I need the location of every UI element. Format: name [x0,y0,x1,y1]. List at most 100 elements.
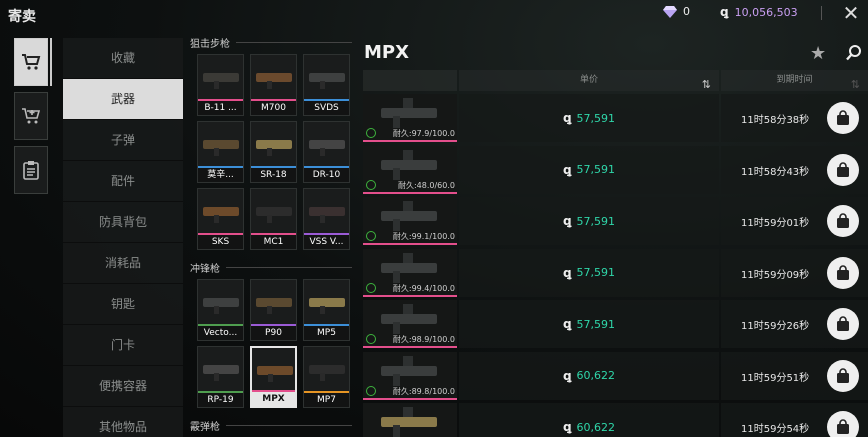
category-item[interactable]: 收藏 [63,38,183,79]
divider [226,266,352,268]
buy-button[interactable] [827,205,859,237]
section-header: 冲锋枪 [190,255,352,279]
item-thumbnail [363,403,457,437]
cart-tab[interactable] [14,38,48,86]
weapon-label: 莫辛... [198,168,243,182]
expire-time: 11时58分38秒 [741,115,810,126]
records-tab[interactable] [14,146,48,194]
weapon-image [381,262,437,273]
weapon-tile[interactable]: B-11 ... [197,54,244,116]
weapon-tile[interactable]: P90 [250,279,297,341]
category-list: 收藏 武器 子弹 配件 防具背包 消耗品 钥匙 门卡 便携容器 其他物品 [63,38,183,437]
weapon-image [403,355,413,366]
category-item[interactable]: 消耗品 [63,243,183,284]
weapon-tile[interactable]: MP5 [303,279,350,341]
weapon-image [403,252,413,263]
weapon-tile[interactable]: SVDS [303,54,350,116]
category-item[interactable]: 门卡 [63,325,183,366]
currency-icon: ꝗ [720,5,729,19]
durability-icon [366,334,376,344]
mode-strip [14,38,48,200]
buy-button[interactable] [827,308,859,340]
shopping-bag-icon [837,110,849,125]
price-value: 60,622 [576,420,616,434]
shopping-bag-icon [837,419,849,434]
buy-button[interactable] [827,153,859,186]
category-item[interactable]: 配件 [63,161,183,202]
sort-icon[interactable]: ⇅ [851,74,860,95]
divider [821,6,822,20]
weapon-tile[interactable]: 莫辛... [197,121,244,183]
price-cell: ꝗ 57,591 [459,300,719,348]
durability-text: 耐久:99.1/100.0 [392,232,455,241]
weapon-tile[interactable]: M700 [250,54,297,116]
weapon-image [381,365,437,376]
weapon-row: RP-19 MPX MP7 [197,346,352,408]
weapon-image [309,140,345,149]
category-item[interactable]: 武器 [63,79,183,120]
weapon-row: B-11 ... M700 SVDS [197,54,352,116]
buy-button[interactable] [827,411,859,437]
price-cell: ꝗ 60,622 [459,403,719,437]
weapon-tile[interactable]: Vecto... [197,279,244,341]
weapon-image [256,73,292,82]
weapon-label: SKS [198,235,243,249]
weapon-row: Vecto... P90 MP5 [197,279,352,341]
section-title: 狙击步枪 [190,38,230,50]
weapon-tile[interactable]: DR-10 [303,121,350,183]
buy-button[interactable] [827,256,859,289]
divider [236,41,352,43]
weapon-tile[interactable]: SKS [197,188,244,250]
weapon-tile[interactable]: SR-18 [250,121,297,183]
price-cell: ꝗ 57,591 [459,197,719,245]
listing-row[interactable]: 耐久:98.9/100.0 ꝗ 57,591 11时59分26秒 [363,299,868,351]
weapon-image [203,207,239,216]
weapon-image [257,366,293,375]
price-value: 60,622 [576,369,616,382]
category-item[interactable]: 子弹 [63,120,183,161]
time-cell: 11时59分54秒 [721,403,868,437]
buy-button[interactable] [827,359,859,392]
price-value: 57,591 [576,317,616,331]
currency-icon: ꝗ [562,420,572,434]
expire-time: 11时59分51秒 [741,372,810,384]
weapon-image [256,207,292,216]
weapon-image [203,140,239,149]
column-price[interactable]: 单价 ⇅ [459,70,719,91]
listing-row[interactable]: 耐久:48.0/60.0 ꝗ 57,591 11时58分43秒 [363,145,868,197]
weapon-image [320,373,325,381]
category-item[interactable]: 便携容器 [63,366,183,407]
category-item[interactable]: 钥匙 [63,284,183,325]
time-cell: 11时58分38秒 [721,94,868,142]
cart-add-icon [22,108,41,124]
weapon-image [214,215,219,223]
item-thumbnail: 耐久:99.4/100.0 [363,248,457,297]
weapon-image [393,322,400,334]
listing-row[interactable]: 耐久:89.8/100.0 ꝗ 60,622 11时59分51秒 [363,351,868,403]
weapon-image [214,306,219,314]
gem-count: 0 [683,5,690,18]
weapon-tile[interactable]: RP-19 [197,346,244,408]
category-item[interactable]: 防具背包 [63,202,183,243]
search-icon[interactable] [845,44,863,62]
weapon-tile[interactable]: MP7 [303,346,350,408]
time-cell: 11时58分43秒 [721,145,868,194]
sort-icon[interactable]: ⇅ [702,74,711,95]
weapon-tile[interactable]: MC1 [250,188,297,250]
listing-rows: 耐久:97.9/100.0 ꝗ 57,591 11时58分38秒 耐久:48.0/60.… [363,93,868,437]
listing-row[interactable]: ꝗ 60,622 11时59分54秒 [363,402,868,437]
buy-button[interactable] [827,102,859,134]
sell-tab[interactable] [14,92,48,140]
column-time[interactable]: 到期时间 ⇅ [721,70,868,91]
listing-row[interactable]: 耐久:97.9/100.0 ꝗ 57,591 11时58分38秒 [363,93,868,145]
listing-row[interactable]: 耐久:99.1/100.0 ꝗ 57,591 11时59分01秒 [363,196,868,248]
star-icon[interactable]: ★ [810,43,826,64]
weapon-tile[interactable]: VSS V... [303,188,350,250]
weapon-tile[interactable]: MPX [250,346,297,408]
gem-balance: 0 [663,5,690,18]
category-item[interactable]: 其他物品 [63,407,183,437]
listing-row[interactable]: 耐久:99.4/100.0 ꝗ 57,591 11时59分09秒 [363,248,868,300]
listing-title: MPX [364,42,409,63]
close-icon[interactable]: ✕ [840,2,862,24]
section-header: 霰弹枪 [190,413,352,437]
